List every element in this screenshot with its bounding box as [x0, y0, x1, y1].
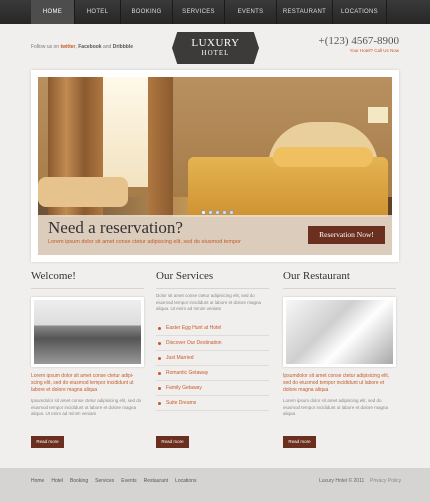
reservation-button[interactable]: Reservation Now! [308, 226, 385, 244]
top-nav: HOME Hotel Booking Services Events Resta… [0, 0, 430, 24]
service-item[interactable]: Romantic Getaway [156, 366, 269, 381]
nav-booking[interactable]: Booking [121, 0, 173, 24]
phone-subtext: Your Hotel? Call Us Now [349, 48, 399, 53]
welcome-section: Welcome! Lorem ipsum dolor sit amet cons… [31, 270, 144, 418]
service-item[interactable]: Easter Egg Hunt at Hotel [156, 321, 269, 336]
hero-pillows [273, 147, 373, 167]
hero-title: Need a reservation? [48, 218, 183, 237]
nav-restaurant[interactable]: Restaurant [277, 0, 333, 24]
divider [156, 288, 269, 289]
logo[interactable]: LUXURY HOTEL [172, 32, 259, 64]
footer: Home Hotel Booking Services Events Resta… [0, 468, 430, 502]
welcome-title: Welcome! [31, 270, 76, 282]
services-section: Our Services Dolor sit amet conse ctetur… [156, 270, 269, 411]
logo-line2: HOTEL [201, 49, 230, 57]
divider [31, 288, 144, 289]
hero-lamp [368, 107, 388, 123]
service-item[interactable]: Suite Dreams [156, 396, 269, 411]
divider [283, 288, 396, 289]
privacy-policy-link[interactable]: Privacy Policy [370, 478, 401, 484]
twitter-link[interactable]: twitter [60, 44, 75, 50]
restaurant-title: Our Restaurant [283, 270, 350, 282]
welcome-text: Ipsumdolor sit amet conse ctetur adipisi… [31, 398, 142, 416]
dribbble-link[interactable]: Dribbble [113, 44, 133, 50]
phone-number: +(123) 4567-8900 [318, 35, 399, 47]
footer-link-events[interactable]: Events [121, 478, 136, 484]
services-title: Our Services [156, 270, 214, 282]
services-intro: Dolor sit amet conse ctetur adipisicing … [156, 293, 262, 311]
logo-line1: LUXURY [191, 37, 240, 49]
footer-link-hotel[interactable]: Hotel [51, 478, 63, 484]
service-item[interactable]: Just Married [156, 351, 269, 366]
footer-link-restaurant[interactable]: Restaurant [144, 478, 168, 484]
service-item[interactable]: Family Getaway [156, 381, 269, 396]
footer-link-booking[interactable]: Booking [70, 478, 88, 484]
follow-us: Follow us on twitter, Facebook and Dribb… [31, 44, 133, 50]
nav-events[interactable]: Events [225, 0, 277, 24]
hotel-building-image [31, 297, 144, 367]
hero-text: Lorem ipsum dolor sit amet conse ctetur … [48, 239, 241, 245]
welcome-readmore-button[interactable]: Read more [31, 436, 64, 448]
hero-sofa [38, 177, 128, 207]
welcome-highlight: Lorem ipsum dolor sit amet conse ctetur … [31, 373, 134, 393]
hero-window [98, 77, 153, 187]
service-item[interactable]: Discover Our Destination [156, 336, 269, 351]
footer-link-home[interactable]: Home [31, 478, 44, 484]
restaurant-readmore-button[interactable]: Read more [283, 436, 316, 448]
services-list: Easter Egg Hunt at Hotel Discover Our De… [156, 321, 269, 411]
nav-locations[interactable]: Locations [333, 0, 387, 24]
restaurant-highlight: Ipsumdolor sit amet conse ctetur adipisi… [283, 373, 390, 393]
footer-links: Home Hotel Booking Services Events Resta… [31, 478, 196, 484]
services-readmore-button[interactable]: Read more [156, 436, 189, 448]
footer-link-services[interactable]: Services [95, 478, 114, 484]
hero-caption: Need a reservation? Lorem ipsum dolor si… [38, 215, 392, 255]
facebook-link[interactable]: Facebook [78, 44, 101, 50]
copyright: Luxury Hotel © 2011 [319, 478, 365, 484]
footer-link-locations[interactable]: Locations [175, 478, 196, 484]
nav-home[interactable]: HOME [31, 0, 75, 24]
restaurant-image [283, 297, 396, 367]
nav-services[interactable]: Services [173, 0, 225, 24]
hero-slider: Need a reservation? Lorem ipsum dolor si… [38, 77, 392, 255]
nav-hotel[interactable]: Hotel [75, 0, 121, 24]
hero-curtain-right [148, 77, 173, 227]
restaurant-text: Lorem ipsum dolor sit amet adipiscing el… [283, 398, 389, 416]
restaurant-section: Our Restaurant Ipsumdolor sit amet conse… [283, 270, 396, 418]
